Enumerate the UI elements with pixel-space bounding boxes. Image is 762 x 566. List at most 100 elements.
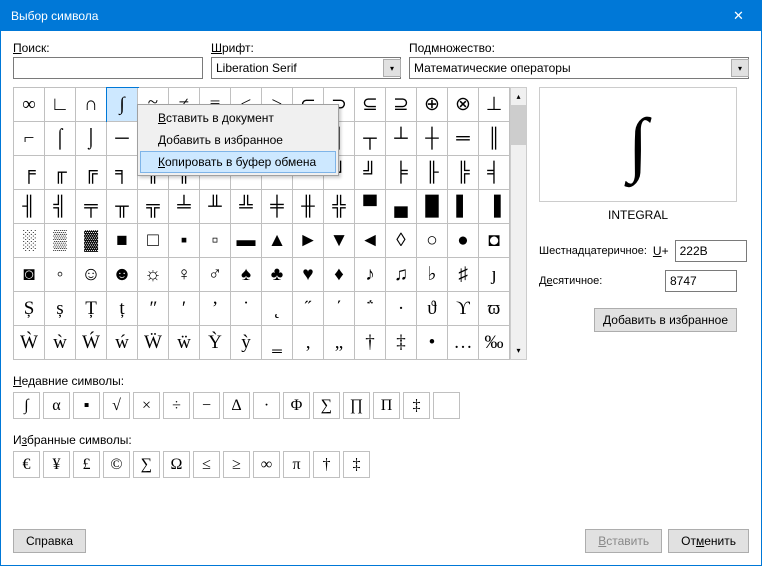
char-chip[interactable]: ÷ [163,392,190,419]
char-cell[interactable]: ▫ [200,224,231,258]
help-button[interactable]: Справка [13,529,86,553]
char-cell[interactable]: ẅ [169,326,200,360]
char-cell[interactable]: ◄ [355,224,386,258]
char-cell[interactable]: ═ [448,122,479,156]
char-chip[interactable]: − [193,392,220,419]
char-cell[interactable]: ░ [14,224,45,258]
char-cell[interactable]: ♥ [293,258,324,292]
char-cell[interactable]: ─ [107,122,138,156]
char-cell[interactable]: ♂ [200,258,231,292]
char-chip[interactable]: ∏ [343,392,370,419]
close-icon[interactable]: ✕ [716,1,761,31]
char-cell[interactable]: ╩ [231,190,262,224]
char-cell[interactable]: ⌐ [14,122,45,156]
char-cell[interactable]: ╓ [45,156,76,190]
char-cell[interactable]: ▲ [262,224,293,258]
char-chip[interactable]: ‡ [343,451,370,478]
char-cell[interactable]: ♭ [417,258,448,292]
char-cell[interactable]: ╟ [417,156,448,190]
char-cell[interactable]: ╡ [479,156,510,190]
char-cell[interactable]: ╠ [448,156,479,190]
char-cell[interactable]: ▬ [231,224,262,258]
char-chip[interactable]: € [13,451,40,478]
char-chip[interactable]: ∑ [313,392,340,419]
char-cell[interactable]: ˝ [293,292,324,326]
subset-select[interactable]: Математические операторы ▾ [409,57,749,79]
char-cell[interactable]: Ș [14,292,45,326]
char-cell[interactable]: ╧ [169,190,200,224]
char-cell[interactable]: ┴ [386,122,417,156]
char-cell[interactable]: ⊕ [417,88,448,122]
char-chip[interactable]: Ω [163,451,190,478]
char-cell[interactable]: ▓ [76,224,107,258]
char-cell[interactable]: ϒ [448,292,479,326]
char-cell[interactable]: ẁ [45,326,76,360]
char-cell[interactable]: … [448,326,479,360]
char-chip[interactable]: ▪ [73,392,100,419]
scroll-track[interactable] [511,105,526,342]
char-chip[interactable]: † [313,451,340,478]
char-cell[interactable]: ⊗ [448,88,479,122]
char-cell[interactable]: ♯ [448,258,479,292]
char-chip[interactable]: ¥ [43,451,70,478]
char-cell[interactable]: ∟ [45,88,76,122]
char-cell[interactable]: ⌡ [76,122,107,156]
char-cell[interactable]: ╫ [293,190,324,224]
char-cell[interactable]: · [386,292,417,326]
char-chip[interactable]: ∑ [133,451,160,478]
char-cell[interactable]: ◘ [479,224,510,258]
char-cell[interactable]: █ [417,190,448,224]
char-chip[interactable]: × [133,392,160,419]
char-cell[interactable]: ▪ [169,224,200,258]
char-chip[interactable]: £ [73,451,100,478]
char-cell[interactable]: ▀ [355,190,386,224]
char-chip[interactable]: Φ [283,392,310,419]
char-cell[interactable]: ▄ [386,190,417,224]
search-input[interactable] [13,57,203,79]
add-favorite-button[interactable]: Добавить в избранное [594,308,737,332]
char-cell[interactable]: ș [45,292,76,326]
char-chip[interactable]: ∞ [253,451,280,478]
char-cell[interactable]: ◙ [14,258,45,292]
char-cell[interactable]: ⊆ [355,88,386,122]
dec-input[interactable] [665,270,737,292]
char-cell[interactable]: • [417,326,448,360]
char-chip[interactable]: √ [103,392,130,419]
char-cell[interactable]: ◦ [45,258,76,292]
char-cell[interactable]: ʺ [138,292,169,326]
char-chip[interactable] [433,392,460,419]
char-chip[interactable]: π [283,451,310,478]
char-cell[interactable]: ╬ [324,190,355,224]
insert-button[interactable]: Вставить [585,529,662,553]
grid-scrollbar[interactable]: ▴ ▾ [510,87,527,360]
char-cell[interactable]: ╕ [107,156,138,190]
char-cell[interactable]: ╦ [138,190,169,224]
char-cell[interactable]: ▼ [324,224,355,258]
char-cell[interactable]: ΅ [355,292,386,326]
char-chip[interactable]: ≥ [223,451,250,478]
char-cell[interactable]: Ț [76,292,107,326]
char-cell[interactable]: ☼ [138,258,169,292]
scroll-down-icon[interactable]: ▾ [511,342,526,359]
char-cell[interactable]: ♫ [386,258,417,292]
char-cell[interactable]: ▒ [45,224,76,258]
char-cell[interactable]: ╨ [200,190,231,224]
char-cell[interactable]: ♪ [355,258,386,292]
char-cell[interactable]: ● [448,224,479,258]
cancel-button[interactable]: Отменить [668,529,749,553]
char-cell[interactable]: ♠ [231,258,262,292]
char-chip[interactable]: · [253,392,280,419]
char-cell[interactable]: ♀ [169,258,200,292]
char-cell[interactable]: ╪ [262,190,293,224]
char-cell[interactable]: ┬ [355,122,386,156]
char-cell[interactable]: ‚ [293,326,324,360]
char-cell[interactable]: ☻ [107,258,138,292]
char-cell[interactable]: ϖ [479,292,510,326]
context-menu[interactable]: Вставить в документ Добавить в избранное… [137,104,339,176]
hex-input[interactable] [675,240,747,262]
char-cell[interactable]: ∫ [107,88,138,122]
menu-copy-clipboard[interactable]: Копировать в буфер обмена [140,151,336,173]
scroll-thumb[interactable] [511,105,526,145]
char-cell[interactable]: ⊥ [479,88,510,122]
char-cell[interactable]: ∩ [76,88,107,122]
